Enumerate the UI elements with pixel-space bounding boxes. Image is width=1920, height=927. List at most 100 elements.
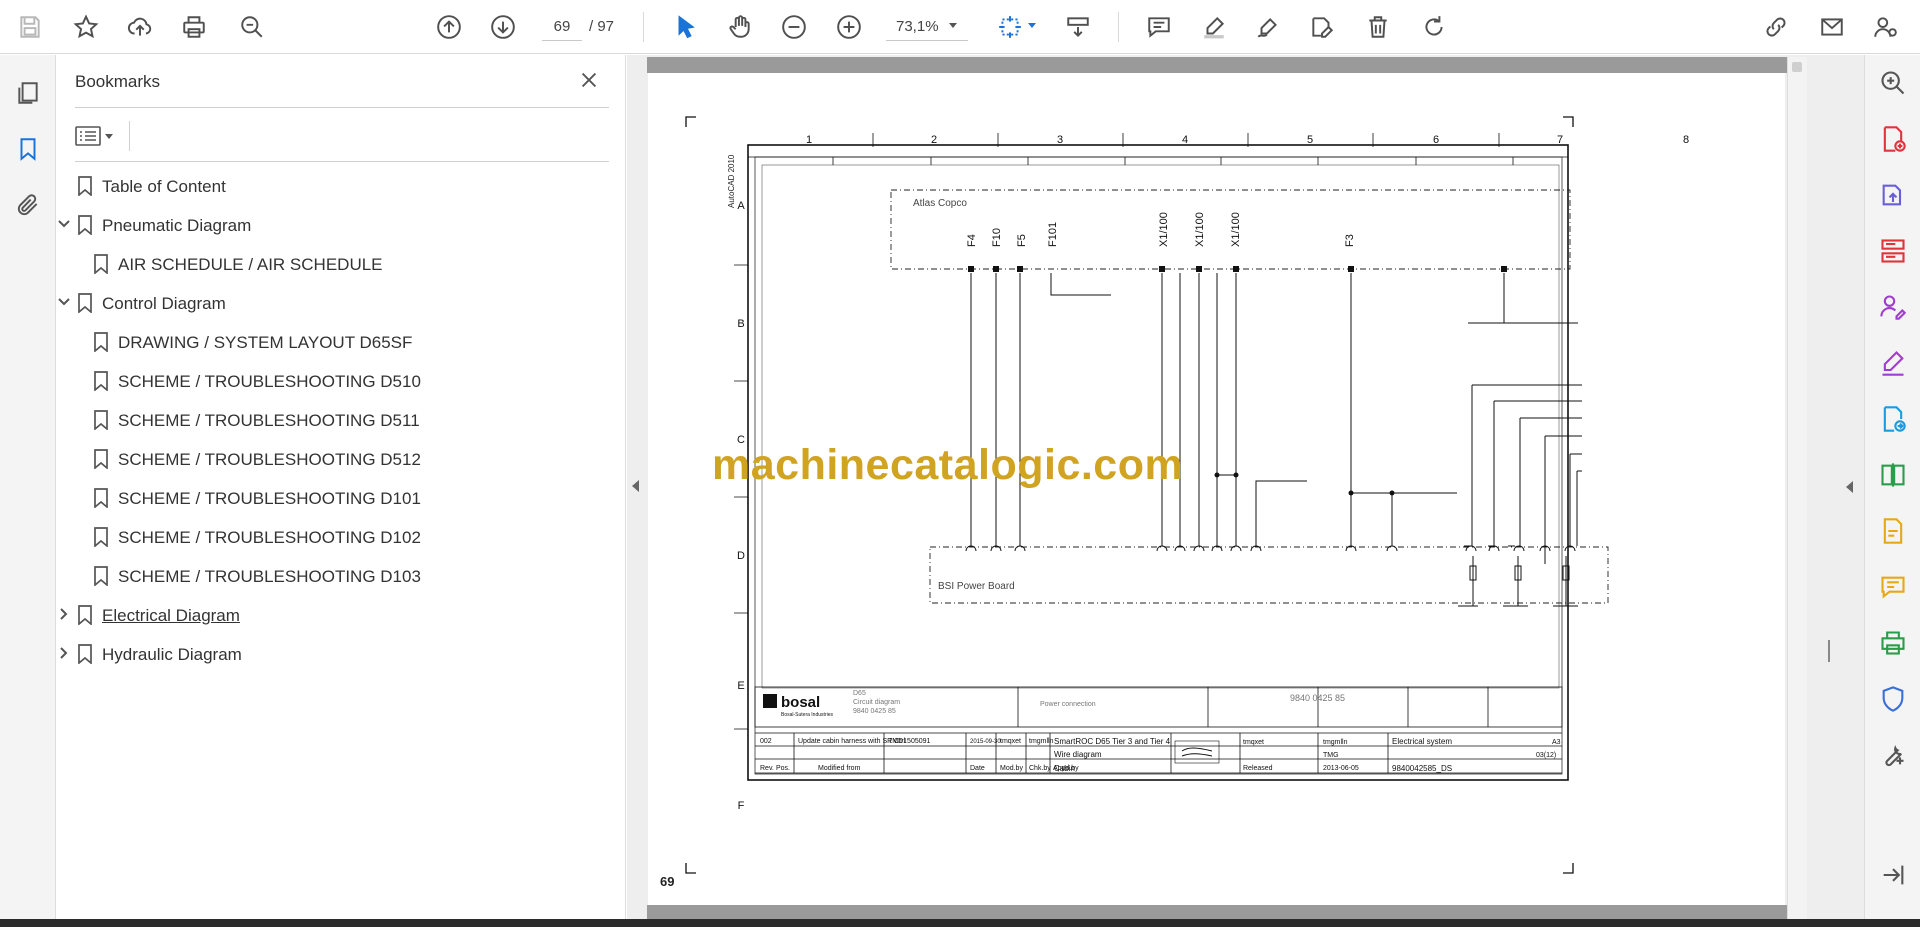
previous-page-icon[interactable] — [431, 9, 467, 45]
comment-icon[interactable] — [1141, 9, 1177, 45]
scroll-mode-icon[interactable] — [1060, 9, 1096, 45]
chevron-down-icon[interactable] — [949, 23, 957, 28]
bookmark-label: SCHEME / TROUBLESHOOTING D510 — [118, 372, 421, 391]
wire-lines — [970, 273, 1582, 607]
bookmark-options-button[interactable] — [75, 121, 121, 151]
document-id: 9840042585_DS — [1392, 764, 1452, 773]
bookmark-list: Table of Content Pneumatic Diagram AIR S… — [57, 167, 626, 674]
chevron-right-icon[interactable] — [57, 645, 75, 663]
search-zoom-icon[interactable] — [234, 9, 270, 45]
next-page-icon[interactable] — [485, 9, 521, 45]
signal-label: F4 — [966, 234, 978, 247]
edit-pdf-icon[interactable] — [1877, 515, 1909, 547]
bookmark-icon — [93, 566, 111, 588]
header-modified: Modified from — [818, 765, 861, 772]
taskbar-edge — [0, 919, 1920, 927]
upload-cloud-icon[interactable] — [122, 9, 158, 45]
expand-panel-icon[interactable] — [1877, 859, 1909, 891]
protect-shield-icon[interactable] — [1877, 683, 1909, 715]
bookmark-troubleshooting-d511[interactable]: SCHEME / TROUBLESHOOTING D511 — [57, 401, 626, 440]
hand-tool-icon[interactable] — [722, 9, 758, 45]
attachments-paperclip-icon[interactable] — [12, 189, 44, 221]
bookmark-troubleshooting-d510[interactable]: SCHEME / TROUBLESHOOTING D510 — [57, 362, 626, 401]
title-drawn-by: tmqxet — [1243, 739, 1264, 746]
bookmark-troubleshooting-d512[interactable]: SCHEME / TROUBLESHOOTING D512 — [57, 440, 626, 479]
create-pdf-icon[interactable] — [1877, 123, 1909, 155]
send-file-icon[interactable] — [1877, 403, 1909, 435]
save-icon[interactable] — [12, 9, 48, 45]
more-tools-wrench-icon[interactable] — [1877, 739, 1909, 771]
draw-signature-icon[interactable] — [1250, 9, 1286, 45]
d65-drawing-number: 9840 0425 85 — [853, 708, 896, 715]
bookmark-icon — [93, 371, 111, 393]
title-approved-by: tmgmlln — [1323, 739, 1348, 746]
bookmarks-panel: Bookmarks Table of Content Pneumatic Dia… — [57, 55, 626, 919]
compare-files-icon[interactable] — [1877, 459, 1909, 491]
print-icon[interactable] — [176, 9, 212, 45]
zoom-in-icon[interactable] — [831, 9, 867, 45]
chevron-right-icon[interactable] — [57, 606, 75, 624]
fit-options-chevron-icon[interactable] — [1028, 23, 1036, 28]
chevron-down-icon[interactable] — [57, 294, 75, 312]
bookmark-label: SCHEME / TROUBLESHOOTING D103 — [118, 567, 421, 586]
left-navigation-rail — [0, 55, 56, 919]
approved-by: tmgmlln — [1029, 738, 1054, 745]
page-number-input[interactable] — [542, 13, 582, 41]
box-top-label: Atlas Copco — [913, 198, 967, 209]
watermark-text: machinecatalogic.com — [712, 441, 1184, 489]
page-thumbnails-icon[interactable] — [12, 77, 44, 109]
zoom-search-icon[interactable] — [1877, 67, 1909, 99]
redo-rotate-icon[interactable] — [1416, 9, 1452, 45]
bookmarks-panel-icon[interactable] — [12, 133, 44, 165]
bookmark-system-layout-d65sf[interactable]: DRAWING / SYSTEM LAYOUT D65SF — [57, 323, 626, 362]
comment-tool-icon[interactable] — [1877, 571, 1909, 603]
export-pdf-icon[interactable] — [1877, 179, 1909, 211]
email-icon[interactable] — [1814, 9, 1850, 45]
bookmark-hydraulic-diagram[interactable]: Hydraulic Diagram — [57, 635, 626, 674]
bookmark-troubleshooting-d102[interactable]: SCHEME / TROUBLESHOOTING D102 — [57, 518, 626, 557]
bookmark-electrical-diagram[interactable]: Electrical Diagram — [57, 596, 626, 635]
bookmark-label: AIR SCHEDULE / AIR SCHEDULE — [118, 255, 383, 274]
bookmark-label: Table of Content — [102, 177, 226, 196]
side-text: AutoCAD 2010 — [727, 154, 736, 208]
fill-sign-icon[interactable] — [1877, 347, 1909, 379]
edit-text-icon[interactable] — [1304, 9, 1340, 45]
column-label: 7 — [1557, 134, 1563, 146]
zoom-out-icon[interactable] — [776, 9, 812, 45]
panel-divider — [75, 107, 609, 108]
highlight-pen-icon[interactable] — [1196, 9, 1232, 45]
share-link-icon[interactable] — [1758, 9, 1794, 45]
print-production-icon[interactable] — [1877, 627, 1909, 659]
bookmark-icon — [93, 527, 111, 549]
page-gap — [647, 905, 1787, 919]
select-cursor-icon[interactable] — [668, 9, 704, 45]
bookmark-star-icon[interactable] — [68, 9, 104, 45]
resize-handle[interactable] — [1828, 640, 1830, 662]
bookmark-air-schedule[interactable]: AIR SCHEDULE / AIR SCHEDULE — [57, 245, 626, 284]
organize-pages-icon[interactable] — [1877, 235, 1909, 267]
request-signature-icon[interactable] — [1877, 291, 1909, 323]
user-account-icon[interactable] — [1867, 9, 1903, 45]
bookmark-pneumatic-diagram[interactable]: Pneumatic Diagram — [57, 206, 626, 245]
close-icon[interactable] — [578, 69, 604, 95]
scrollbar-thumb[interactable] — [1792, 62, 1802, 72]
vertical-scrollbar[interactable] — [1787, 57, 1807, 919]
delete-trash-icon[interactable] — [1360, 9, 1396, 45]
list-options-icon — [75, 126, 101, 146]
bookmark-troubleshooting-d103[interactable]: SCHEME / TROUBLESHOOTING D103 — [57, 557, 626, 596]
fit-page-icon[interactable] — [992, 9, 1028, 45]
header-modby: Mod.by — [1000, 765, 1023, 772]
chevron-down-icon[interactable] — [57, 216, 75, 234]
paper-size: A3 — [1552, 739, 1561, 746]
page-footer-number: 69 — [660, 874, 675, 889]
collapse-panel-chevron-icon[interactable] — [632, 480, 639, 492]
expand-tools-chevron-icon[interactable] — [1846, 481, 1853, 493]
bookmark-icon — [77, 176, 95, 198]
bookmark-control-diagram[interactable]: Control Diagram — [57, 284, 626, 323]
bookmark-icon — [93, 410, 111, 432]
column-label: 3 — [1057, 134, 1063, 146]
bookmark-label: Hydraulic Diagram — [102, 645, 242, 664]
atlas-copco-logo — [1174, 740, 1220, 764]
bookmark-table-of-content[interactable]: Table of Content — [57, 167, 626, 206]
bookmark-troubleshooting-d101[interactable]: SCHEME / TROUBLESHOOTING D101 — [57, 479, 626, 518]
